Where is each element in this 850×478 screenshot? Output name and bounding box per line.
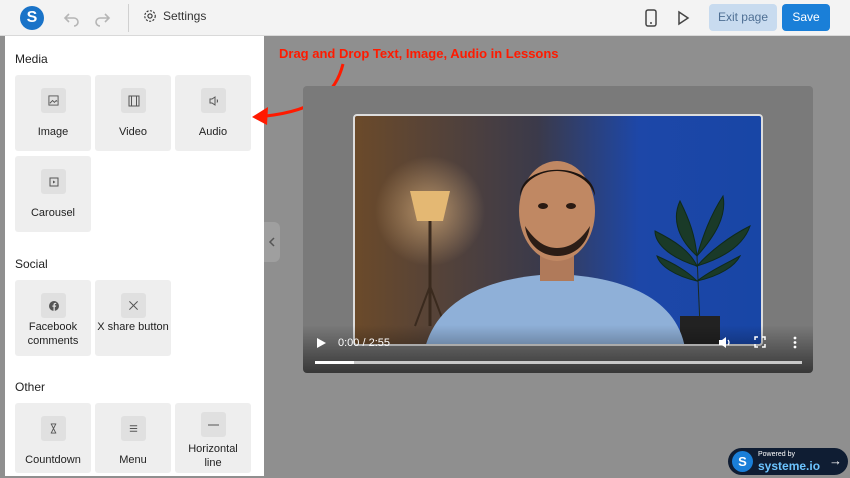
element-horizontal-line-label: Horizontal line: [188, 443, 238, 469]
image-icon: [41, 88, 66, 113]
video-player[interactable]: 0:00 / 2:55: [303, 86, 813, 373]
element-carousel[interactable]: Carousel: [15, 156, 91, 232]
play-icon[interactable]: [316, 337, 327, 349]
fullscreen-icon[interactable]: [754, 336, 766, 348]
save-button[interactable]: Save: [782, 4, 830, 31]
presenter-image: [375, 156, 751, 344]
undo-icon[interactable]: [62, 8, 82, 28]
play-preview-icon[interactable]: [673, 8, 693, 28]
section-title-social: Social: [15, 257, 48, 271]
toolbar-divider: [128, 4, 129, 32]
settings-button[interactable]: Settings: [143, 9, 206, 23]
element-image-label: Image: [37, 126, 69, 138]
powered-by-label: Powered by: [758, 451, 795, 458]
more-options-icon[interactable]: [793, 336, 797, 349]
section-title-other: Other: [15, 380, 46, 394]
systeme-badge-logo: S: [732, 451, 753, 472]
element-countdown[interactable]: Countdown: [15, 403, 91, 473]
element-menu[interactable]: Menu: [95, 403, 171, 473]
film-icon: [121, 88, 146, 113]
video-thumbnail: [353, 114, 763, 346]
element-facebook-comments-label: Facebook comments: [27, 321, 79, 347]
element-video-label: Video: [119, 126, 147, 138]
element-video[interactable]: Video: [95, 75, 171, 151]
carousel-icon: [41, 169, 66, 194]
element-carousel-label: Carousel: [30, 207, 76, 219]
badge-brand: systeme.io: [758, 459, 821, 473]
element-audio-label: Audio: [198, 126, 228, 138]
exit-page-button[interactable]: Exit page: [709, 4, 777, 31]
speaker-icon: [201, 88, 226, 113]
element-x-share-button[interactable]: X share button: [95, 280, 171, 356]
facebook-icon: [41, 293, 66, 318]
x-logo-icon: [121, 293, 146, 318]
element-image[interactable]: Image: [15, 75, 91, 151]
redo-icon[interactable]: [92, 8, 112, 28]
hourglass-icon: [41, 416, 66, 441]
element-horizontal-line[interactable]: Horizontal line: [175, 403, 251, 473]
element-x-share-button-label: X share button: [97, 321, 169, 333]
menu-icon: [121, 416, 146, 441]
element-audio[interactable]: Audio: [175, 75, 251, 151]
element-countdown-label: Countdown: [25, 454, 81, 466]
volume-icon[interactable]: [718, 336, 732, 349]
video-time: 0:00 / 2:55: [338, 337, 390, 349]
element-facebook-comments[interactable]: Facebook comments: [15, 280, 91, 356]
chevron-left-icon: [268, 237, 275, 247]
video-progress-fill: [315, 361, 354, 364]
elements-panel: Media Image Video Audio Carousel Social …: [5, 36, 264, 476]
top-bar: S Settings Exit page Save: [0, 0, 850, 36]
systeme-logo[interactable]: S: [20, 6, 44, 30]
powered-by-badge[interactable]: S Powered by systeme.io →: [728, 448, 848, 475]
settings-label: Settings: [163, 9, 207, 23]
section-title-media: Media: [15, 52, 48, 66]
gear-icon: [144, 10, 156, 22]
horizontal-line-icon: [201, 412, 226, 437]
video-progress-bar[interactable]: [315, 361, 802, 364]
panel-collapse-handle[interactable]: [264, 222, 280, 262]
element-menu-label: Menu: [119, 454, 147, 466]
video-controls: 0:00 / 2:55: [303, 325, 813, 373]
mobile-preview-icon[interactable]: [641, 8, 661, 28]
annotation-text: Drag and Drop Text, Image, Audio in Less…: [279, 46, 559, 61]
arrow-right-icon: →: [829, 453, 842, 468]
